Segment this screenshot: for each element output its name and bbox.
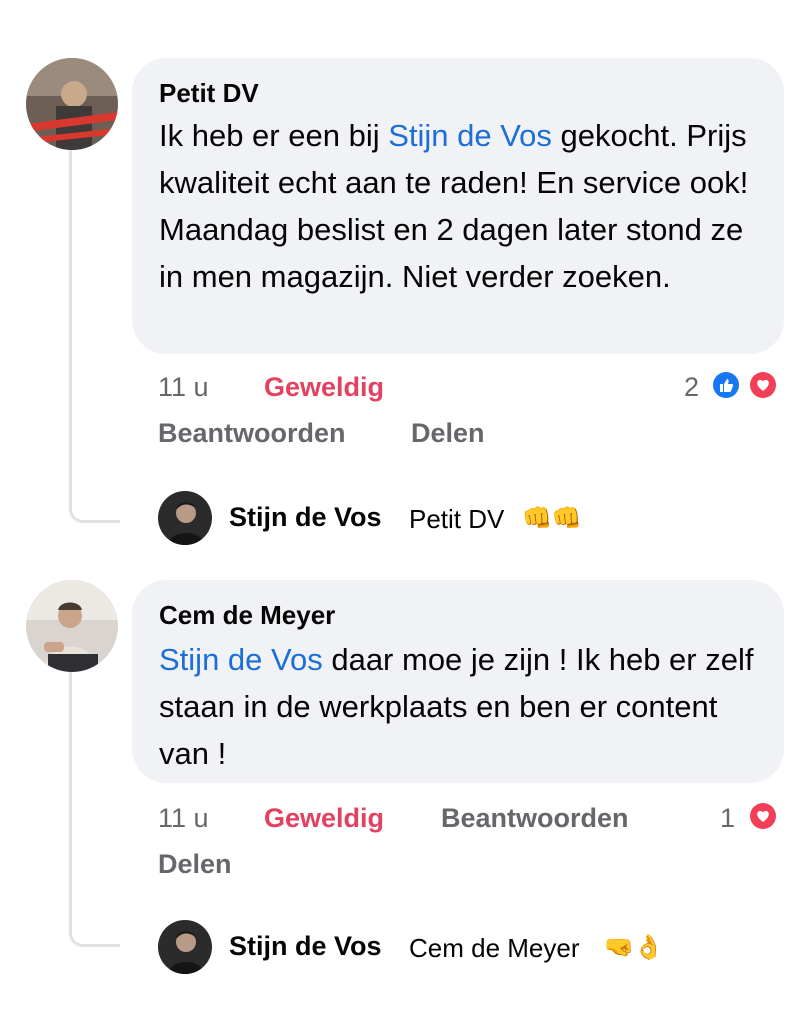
thread-line bbox=[69, 672, 120, 947]
comment-author[interactable]: Petit DV bbox=[159, 78, 259, 109]
avatar-stijn-de-vos[interactable] bbox=[158, 920, 212, 974]
reply-text: Cem de Meyer bbox=[409, 933, 580, 963]
comment-text: Stijn de Vos daar moe je zijn ! Ik heb e… bbox=[159, 636, 769, 777]
share-button[interactable]: Delen bbox=[411, 418, 485, 449]
mention-link[interactable]: Stijn de Vos bbox=[159, 642, 323, 677]
comment-author[interactable]: Cem de Meyer bbox=[159, 600, 335, 631]
reaction-count[interactable]: 1 bbox=[720, 803, 735, 834]
reply-author[interactable]: Stijn de Vos bbox=[229, 931, 382, 962]
reply-button[interactable]: Beantwoorden bbox=[441, 803, 629, 834]
share-button[interactable]: Delen bbox=[158, 849, 232, 880]
reply-button[interactable]: Beantwoorden bbox=[158, 418, 346, 449]
love-icon bbox=[747, 800, 779, 832]
reply-text: Petit DV bbox=[409, 504, 505, 534]
comment-bubble: Cem de Meyer Stijn de Vos daar moe je zi… bbox=[132, 580, 784, 783]
reaction-count[interactable]: 2 bbox=[684, 372, 699, 403]
avatar-cem-de-meyer[interactable] bbox=[26, 580, 118, 672]
comment-time[interactable]: 11 u bbox=[158, 372, 209, 403]
avatar-petit-dv[interactable] bbox=[26, 58, 118, 150]
comment-text: Ik heb er een bij Stijn de Vos gekocht. … bbox=[159, 112, 769, 300]
comment-text-before: Ik heb er een bij bbox=[159, 118, 389, 153]
fist-ok-emoji: 🤜👌 bbox=[604, 934, 664, 961]
thread-line bbox=[69, 150, 120, 523]
reaction-button[interactable]: Geweldig bbox=[264, 803, 384, 834]
like-icon bbox=[710, 369, 742, 401]
comment-bubble: Petit DV Ik heb er een bij Stijn de Vos … bbox=[132, 58, 784, 354]
reply-author[interactable]: Stijn de Vos bbox=[229, 502, 382, 533]
fist-emoji: 👊👊 bbox=[522, 505, 582, 532]
love-icon bbox=[747, 369, 779, 401]
mention-link[interactable]: Stijn de Vos bbox=[388, 118, 552, 153]
avatar-stijn-de-vos[interactable] bbox=[158, 491, 212, 545]
comment-time[interactable]: 11 u bbox=[158, 803, 209, 834]
reaction-button[interactable]: Geweldig bbox=[264, 372, 384, 403]
